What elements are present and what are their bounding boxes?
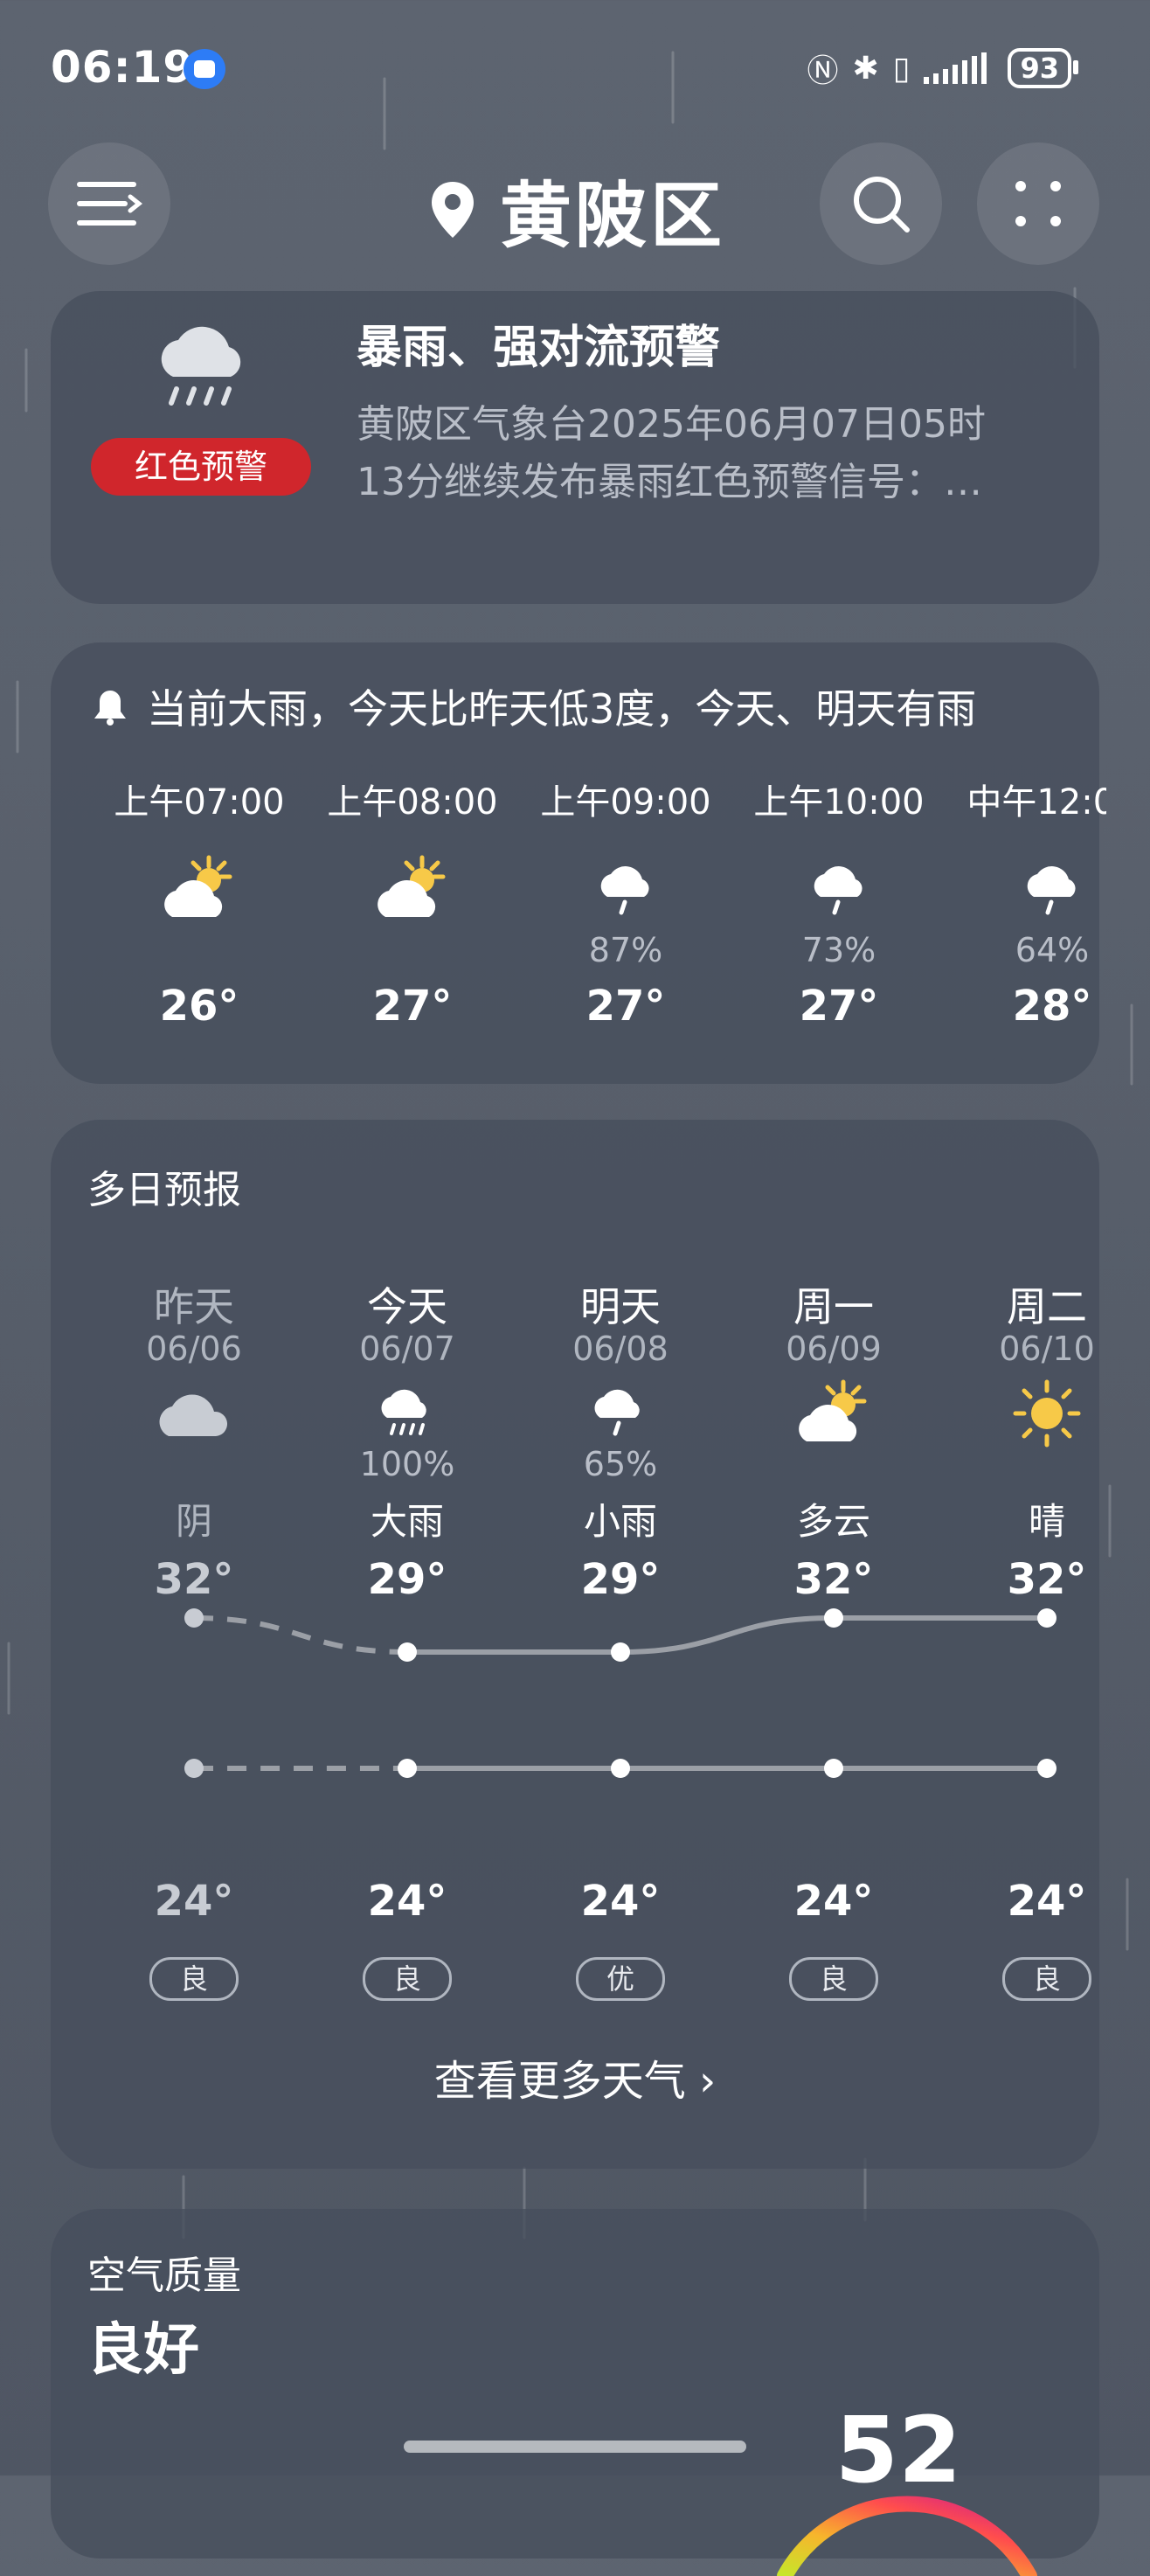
high-temp-point: [1037, 1608, 1056, 1628]
light-rain-icon: [600, 866, 649, 915]
temperature-curves: [184, 1608, 1056, 1778]
low-temp-point: [824, 1759, 843, 1778]
more-weather-label: 查看更多天气: [433, 2057, 686, 2106]
low-temp-point: [184, 1759, 204, 1778]
weather-alert-card[interactable]: 红色预警 暴雨、强对流预警 黄陂区气象台2025年06月07日05时 13分继续…: [51, 291, 1099, 604]
hour-precip: 73%: [801, 931, 876, 969]
high-temp-point: [824, 1608, 843, 1628]
light-rain-icon: [1027, 866, 1076, 915]
more-weather-link[interactable]: 查看更多天气 ›: [51, 2046, 1099, 2107]
search-icon: [854, 177, 910, 233]
status-time: 06:19: [51, 42, 195, 93]
chevron-right-icon: ›: [685, 2057, 717, 2106]
low-temp-point: [611, 1759, 630, 1778]
hour-time: 上午07:00: [114, 782, 285, 823]
air-quality-card[interactable]: 空气质量 良好 52: [51, 2209, 1099, 2576]
hourly-forecast-card[interactable]: 当前大雨，今天比昨天低3度，今天、明天有雨 上午07:00 26° 上午08:0…: [51, 642, 1106, 1084]
low-temp-point: [398, 1759, 417, 1778]
high-temp-point: [611, 1642, 630, 1662]
hour-precip: 64%: [1015, 931, 1090, 969]
location-pin-icon: [432, 181, 474, 238]
bell-icon: [94, 691, 126, 726]
signal-icon: [924, 52, 987, 84]
hour-precip: [93, 931, 306, 975]
hour-item[interactable]: 上午07:00 26°: [93, 774, 306, 1031]
hour-time: 上午08:00: [327, 782, 498, 823]
daily-list[interactable]: 昨天 06/06 阴 32° 24° 良 今天 06/07 100% 大雨 29…: [87, 1120, 1101, 2081]
hour-temp: 27°: [799, 982, 879, 1031]
hour-temp: 27°: [585, 982, 666, 1031]
hour-time: 中午12:00: [966, 782, 1106, 823]
hour-temp: 28°: [1012, 982, 1092, 1031]
alert-desc-line: 黄陂区气象台2025年06月07日05时: [357, 402, 986, 447]
hour-item[interactable]: 上午09:00 87% 27°: [519, 774, 732, 1031]
battery-indicator: 93: [1008, 48, 1078, 88]
hour-item[interactable]: 上午10:00 73% 27°: [732, 774, 946, 1031]
partly-cloudy-icon: [164, 855, 232, 917]
low-temp-point: [1037, 1759, 1056, 1778]
alert-level-badge: 红色预警: [91, 438, 311, 496]
location-header[interactable]: 黄陂区: [428, 157, 725, 261]
page-title: 黄陂区: [500, 175, 726, 258]
menu-icon: [77, 182, 142, 226]
menu-button[interactable]: [48, 142, 170, 265]
hour-precip: 87%: [588, 931, 663, 969]
air-quality-title: 空气质量: [87, 2253, 241, 2298]
nfc-icon: Ⓝ: [807, 53, 839, 89]
high-temp-point: [398, 1642, 417, 1662]
daily-forecast-card[interactable]: 多日预报 昨天 06/06 阴 32° 24° 良 今天 06/07 100% …: [51, 1120, 1099, 2169]
partly-cloudy-icon: [378, 855, 446, 917]
light-rain-icon: [814, 866, 862, 915]
hour-temp: 26°: [159, 982, 239, 1031]
high-temp-segment: [620, 1615, 835, 1655]
high-temp-segment: [193, 1615, 408, 1655]
message-notification-icon: [184, 49, 225, 89]
dots-grid-icon: [1015, 181, 1061, 226]
search-button[interactable]: [820, 142, 942, 265]
alert-desc-line: 13分继续发布暴雨红色预警信号：…: [357, 460, 982, 504]
aqi-value: 52: [835, 2397, 962, 2503]
hour-item[interactable]: 上午08:00 27°: [306, 774, 519, 1031]
hour-precip: [306, 931, 519, 975]
bluetooth-icon: ✱: [852, 50, 879, 87]
alert-title: 暴雨、强对流预警: [357, 322, 721, 374]
more-options-button[interactable]: [977, 142, 1099, 265]
hour-item[interactable]: 中午12:00 64% 28°: [946, 774, 1106, 1031]
air-quality-level: 良好: [87, 2318, 199, 2383]
status-icons: Ⓝ ✱ ▯ 93: [807, 45, 1078, 91]
hour-time: 上午09:00: [540, 782, 711, 823]
summary-text: 当前大雨，今天比昨天低3度，今天、明天有雨: [147, 685, 977, 733]
home-indicator[interactable]: [404, 2441, 746, 2453]
high-temp-point: [184, 1608, 204, 1628]
weather-summary: 当前大雨，今天比昨天低3度，今天、明天有雨: [93, 677, 976, 735]
vibrate-icon: ▯: [892, 50, 911, 87]
hourly-list[interactable]: 上午07:00 26° 上午08:00 27° 上午09:00 87% 27° …: [93, 774, 1106, 1062]
alert-description: 黄陂区气象台2025年06月07日05时 13分继续发布暴雨红色预警信号：…: [357, 396, 1073, 511]
hour-time: 上午10:00: [753, 782, 925, 823]
heavy-rain-icon: [161, 326, 241, 406]
hour-temp: 27°: [372, 982, 453, 1031]
